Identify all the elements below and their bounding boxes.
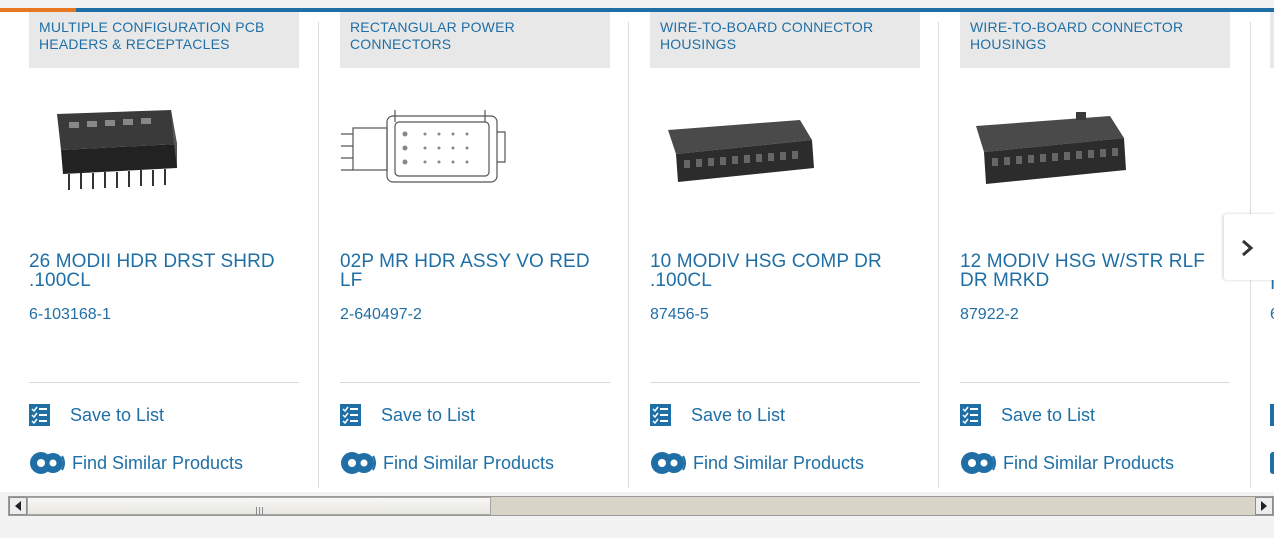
save-label: Save to List [691, 404, 786, 425]
gears-icon[interactable] [1270, 452, 1274, 474]
arrow-left-icon [15, 501, 21, 511]
product-card: WIRE-TO-BOARD CONNECTOR HOUSINGS 10 MODI… [650, 12, 920, 486]
product-image[interactable] [650, 92, 850, 202]
card-divider [340, 382, 610, 383]
product-title[interactable]: 02P MR HDR ASSY VO RED LF [340, 252, 615, 290]
scrollbar-thumb[interactable] [27, 497, 491, 515]
find-similar-button[interactable]: Find Similar Products [340, 450, 554, 476]
find-label: Find Similar Products [383, 452, 555, 473]
product-category[interactable]: WIRE-TO-BOARD CONNECTOR HOUSINGS [960, 12, 1230, 68]
find-label: Find Similar Products [693, 452, 865, 473]
save-label: Save to List [70, 404, 165, 425]
gears-icon [961, 452, 996, 474]
product-card: WIRE-TO-BOARD CONNECTOR HOUSINGS 12 MODI… [960, 12, 1230, 486]
find-label: Find Similar Products [1003, 452, 1175, 473]
save-to-list-button[interactable]: Save to List [960, 404, 1095, 426]
product-title[interactable]: 26 MODII HDR DRST SHRD .100CL [29, 252, 304, 290]
gears-icon [341, 452, 376, 474]
part-number[interactable]: 6-103168-1 [29, 306, 111, 324]
product-image[interactable] [335, 92, 535, 202]
arrow-right-icon [1261, 501, 1267, 511]
product-category[interactable]: MULTIPLE CONFIGURATION PCB HEADERS & REC… [29, 12, 299, 68]
find-similar-button[interactable]: Find Similar Products [29, 450, 243, 476]
product-image[interactable] [960, 92, 1160, 202]
horizontal-scrollbar[interactable] [8, 496, 1274, 516]
find-similar-button[interactable]: Find Similar Products [650, 450, 864, 476]
card-divider [29, 382, 299, 383]
grip-icon [256, 502, 265, 520]
card-separator [318, 22, 319, 488]
checklist-icon [29, 404, 50, 426]
part-number[interactable]: 87922-2 [960, 306, 1019, 324]
card-divider [960, 382, 1230, 383]
part-number[interactable]: 87456-5 [650, 306, 709, 324]
product-category[interactable]: WIRE-TO-BOARD CONNECTOR HOUSINGS [650, 12, 920, 68]
chevron-right-icon [1242, 239, 1254, 257]
checklist-icon [340, 404, 361, 426]
scroll-right-button[interactable] [1255, 497, 1273, 515]
product-category[interactable] [1270, 12, 1274, 68]
product-card: RECTANGULAR POWER CONNECTORS 02P MR HDR … [340, 12, 610, 486]
checklist-icon[interactable] [1270, 404, 1274, 426]
card-separator [628, 22, 629, 488]
product-title[interactable]: 12 MODIV HSG W/STR RLF DR MRKD [960, 252, 1235, 290]
save-label: Save to List [381, 404, 476, 425]
card-divider [650, 382, 920, 383]
checklist-icon [960, 404, 981, 426]
product-carousel: MULTIPLE CONFIGURATION PCB HEADERS & REC… [0, 12, 1274, 492]
carousel-next-button[interactable] [1224, 214, 1274, 280]
gears-icon [651, 452, 686, 474]
card-separator [938, 22, 939, 488]
find-similar-button[interactable]: Find Similar Products [960, 450, 1174, 476]
save-to-list-button[interactable]: Save to List [650, 404, 785, 426]
scroll-left-button[interactable] [9, 497, 27, 515]
save-label: Save to List [1001, 404, 1096, 425]
product-title[interactable]: 10 MODIV HSG COMP DR .100CL [650, 252, 925, 290]
save-to-list-button[interactable]: Save to List [29, 404, 164, 426]
part-number[interactable]: 6 [1270, 306, 1274, 324]
product-card: MULTIPLE CONFIGURATION PCB HEADERS & REC… [29, 12, 299, 486]
save-to-list-button[interactable]: Save to List [340, 404, 475, 426]
product-category[interactable]: RECTANGULAR POWER CONNECTORS [340, 12, 610, 68]
find-label: Find Similar Products [72, 452, 244, 473]
product-image[interactable] [29, 92, 229, 202]
part-number[interactable]: 2-640497-2 [340, 306, 422, 324]
gears-icon [30, 452, 65, 474]
checklist-icon [650, 404, 671, 426]
